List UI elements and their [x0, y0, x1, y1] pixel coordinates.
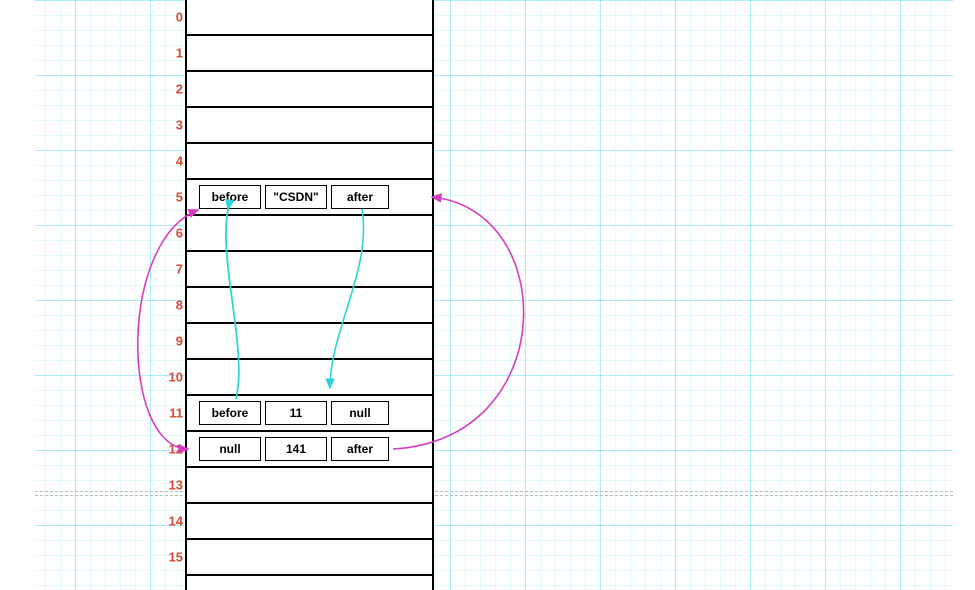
- row-index: 15: [151, 550, 183, 565]
- hash-table: 0 1 2 3 4 5 before "CSDN" after 6 7: [185, 0, 434, 590]
- right-margin-mask: [953, 0, 975, 590]
- row-index: 10: [151, 370, 183, 385]
- table-row: 6: [187, 216, 432, 252]
- table-row: 11 before 11 null: [187, 396, 432, 432]
- table-row: 3: [187, 108, 432, 144]
- node-5-before: before: [199, 185, 261, 209]
- row-index: 2: [151, 82, 183, 97]
- table-row: 15: [187, 540, 432, 576]
- table-row: 10: [187, 360, 432, 396]
- node-5-key: "CSDN": [265, 185, 327, 209]
- row-index: 9: [151, 334, 183, 349]
- node-11-key: 11: [265, 401, 327, 425]
- node-11: before 11 null: [199, 401, 389, 425]
- row-index: 1: [151, 46, 183, 61]
- node-12-before: null: [199, 437, 261, 461]
- node-12-after: after: [331, 437, 389, 461]
- table-row: 0: [187, 0, 432, 36]
- node-5-after: after: [331, 185, 389, 209]
- row-index: 3: [151, 118, 183, 133]
- table-row: 2: [187, 72, 432, 108]
- table-row: 12 null 141 after: [187, 432, 432, 468]
- row-index: 13: [151, 478, 183, 493]
- left-margin-mask: [0, 0, 35, 590]
- row-index: 14: [151, 514, 183, 529]
- node-11-after: null: [331, 401, 389, 425]
- table-row: 1: [187, 36, 432, 72]
- table-row: 9: [187, 324, 432, 360]
- node-12: null 141 after: [199, 437, 389, 461]
- table-row: 8: [187, 288, 432, 324]
- row-index: 8: [151, 298, 183, 313]
- diagram-canvas: 0 1 2 3 4 5 before "CSDN" after 6 7: [0, 0, 975, 590]
- row-index: 4: [151, 154, 183, 169]
- row-index: 7: [151, 262, 183, 277]
- node-11-before: before: [199, 401, 261, 425]
- row-index: 12: [151, 442, 183, 457]
- table-row-partial: [187, 576, 432, 590]
- node-12-key: 141: [265, 437, 327, 461]
- table-row: 7: [187, 252, 432, 288]
- table-row: 14: [187, 504, 432, 540]
- row-index: 5: [151, 190, 183, 205]
- node-5: before "CSDN" after: [199, 185, 389, 209]
- row-index: 11: [151, 406, 183, 421]
- row-index: 0: [151, 10, 183, 25]
- table-row: 13: [187, 468, 432, 504]
- row-index: 6: [151, 226, 183, 241]
- table-row: 5 before "CSDN" after: [187, 180, 432, 216]
- table-row: 4: [187, 144, 432, 180]
- background-grid: [0, 0, 975, 590]
